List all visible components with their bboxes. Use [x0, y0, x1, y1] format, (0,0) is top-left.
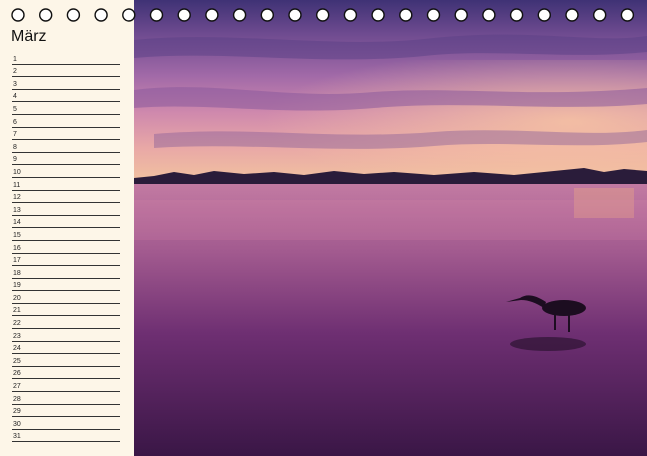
binding-ring	[149, 8, 164, 22]
binding-ring	[11, 8, 25, 22]
binding-ring	[260, 8, 274, 22]
binding-ring	[205, 8, 219, 22]
day-row: 23	[12, 329, 120, 342]
binding-ring	[288, 8, 302, 22]
binding-ring	[316, 8, 330, 22]
day-number: 28	[13, 395, 21, 403]
day-number: 22	[13, 320, 21, 328]
binding-ring	[39, 8, 53, 22]
day-number: 21	[13, 307, 21, 315]
day-number: 23	[13, 332, 21, 340]
day-number: 12	[13, 194, 21, 202]
day-row: 1	[12, 52, 120, 65]
day-row: 30	[12, 417, 120, 430]
day-number: 27	[13, 383, 21, 391]
binding-ring	[232, 8, 247, 22]
day-number: 24	[13, 345, 21, 353]
binding-ring	[565, 8, 579, 22]
day-row: 7	[12, 128, 120, 141]
day-number: 11	[13, 181, 21, 189]
day-number: 20	[13, 294, 21, 302]
day-number: 19	[13, 282, 21, 290]
day-row: 18	[12, 266, 120, 279]
day-row: 28	[12, 392, 120, 405]
day-number: 26	[13, 370, 21, 378]
binding-ring	[537, 8, 551, 22]
day-number: 7	[13, 131, 17, 139]
day-row: 9	[12, 153, 120, 166]
day-row: 25	[12, 354, 120, 367]
day-row: 14	[12, 216, 120, 229]
binding-ring	[371, 8, 385, 22]
day-row: 22	[12, 316, 120, 330]
day-number: 9	[13, 156, 17, 164]
day-number: 2	[13, 68, 17, 76]
day-row: 13	[12, 203, 120, 216]
day-number: 15	[13, 231, 21, 239]
day-number: 16	[13, 244, 21, 252]
binding-ring	[509, 8, 524, 22]
day-row: 31	[12, 430, 120, 443]
day-number: 1	[13, 55, 17, 63]
day-row: 12	[12, 191, 120, 204]
calendar-page: März 1 2 3 4 5 6 7 8 9 10 11 12 13 14 15 16 17 18 19 20 21 22…	[0, 0, 647, 456]
day-row: 2	[12, 65, 120, 78]
day-number: 10	[13, 168, 21, 176]
day-row: 6	[12, 115, 120, 128]
binding-ring	[343, 8, 358, 22]
day-row: 24	[12, 342, 120, 355]
day-row: 15	[12, 228, 120, 241]
day-number: 25	[13, 357, 21, 365]
spiral-binding	[11, 8, 635, 22]
binding-ring	[620, 8, 635, 22]
day-number: 18	[13, 269, 21, 277]
day-number: 6	[13, 118, 17, 126]
binding-ring	[399, 8, 413, 22]
day-list: 1 2 3 4 5 6 7 8 9 10 11 12 13 14 15 16 17 18 19 20 21 22 23 24 2…	[12, 52, 120, 443]
day-number: 5	[13, 105, 17, 113]
day-number: 29	[13, 408, 21, 416]
day-row: 29	[12, 405, 120, 418]
day-row: 20	[12, 291, 120, 304]
day-number: 4	[13, 93, 17, 101]
binding-ring	[593, 8, 607, 22]
day-row: 4	[12, 90, 120, 103]
day-row: 19	[12, 279, 120, 292]
day-row: 21	[12, 304, 120, 317]
day-number: 8	[13, 143, 17, 151]
binding-ring	[482, 8, 496, 22]
day-number: 3	[13, 80, 17, 88]
day-list-panel: März 1 2 3 4 5 6 7 8 9 10 11 12 13 14 15 16 17 18 19 20 21 22…	[0, 0, 134, 456]
day-row: 8	[12, 140, 120, 153]
day-row: 3	[12, 77, 120, 90]
day-row: 16	[12, 241, 120, 254]
day-row: 10	[12, 165, 120, 178]
binding-ring	[66, 8, 81, 22]
day-row: 27	[12, 379, 120, 393]
binding-ring	[177, 8, 191, 22]
day-number: 17	[13, 257, 21, 265]
landscape-photo	[134, 0, 647, 456]
binding-ring	[426, 8, 441, 22]
day-number: 13	[13, 206, 21, 214]
binding-ring	[94, 8, 108, 22]
month-title: März	[11, 28, 47, 45]
day-number: 14	[13, 219, 21, 227]
day-row: 5	[12, 102, 120, 115]
day-number: 31	[13, 433, 21, 441]
binding-ring	[122, 8, 136, 22]
day-row: 26	[12, 367, 120, 380]
day-row: 17	[12, 254, 120, 267]
day-row: 11	[12, 178, 120, 191]
binding-ring	[454, 8, 468, 22]
day-number: 30	[13, 420, 21, 428]
